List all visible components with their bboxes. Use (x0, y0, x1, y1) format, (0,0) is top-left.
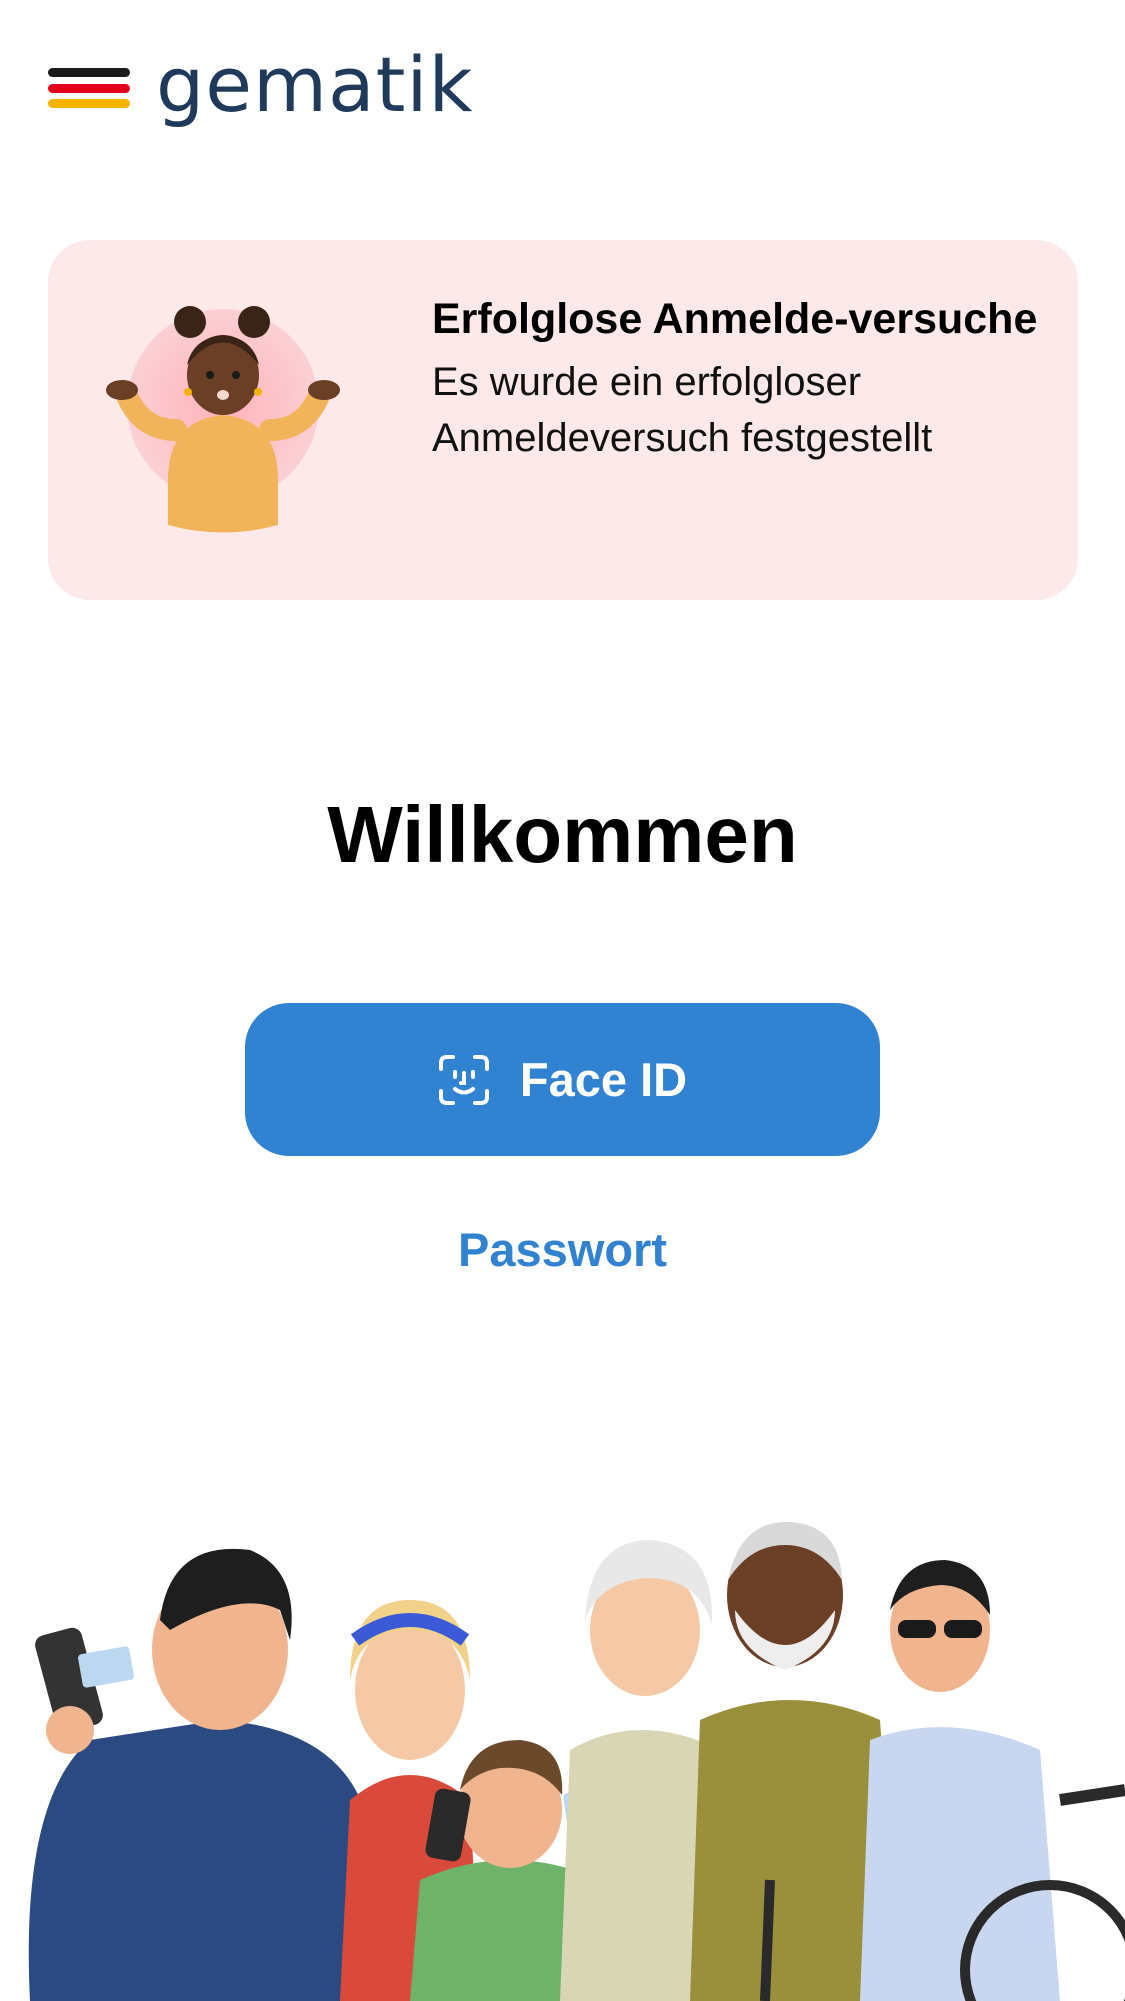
password-link[interactable]: Passwort (0, 1220, 1125, 1280)
alert-title: Erfolglose Anmelde-versuche (432, 295, 1038, 343)
shrugging-person-illustration (106, 306, 340, 533)
face-id-label: Face ID (519, 1053, 688, 1106)
login-screen: gematik Erfolglose Anmelde-versuche Es w… (0, 0, 1125, 2001)
group-of-people-illustration (28, 1521, 1125, 2001)
logo-wordmark: gematik (156, 40, 474, 129)
gematik-logo: gematik (48, 40, 474, 130)
face-id-icon (438, 1054, 489, 1105)
flag-stripes-icon (48, 68, 130, 108)
face-id-button[interactable]: Face ID (245, 1003, 880, 1156)
alert-message: Es wurde ein erfolgloser Anmeldeversuch … (432, 360, 933, 460)
failed-login-alert: Erfolglose Anmelde-versuche Es wurde ein… (48, 240, 1078, 600)
alert-text: Erfolglose Anmelde-versuche Es wurde ein… (432, 288, 1042, 466)
welcome-heading: Willkommen (327, 790, 798, 879)
